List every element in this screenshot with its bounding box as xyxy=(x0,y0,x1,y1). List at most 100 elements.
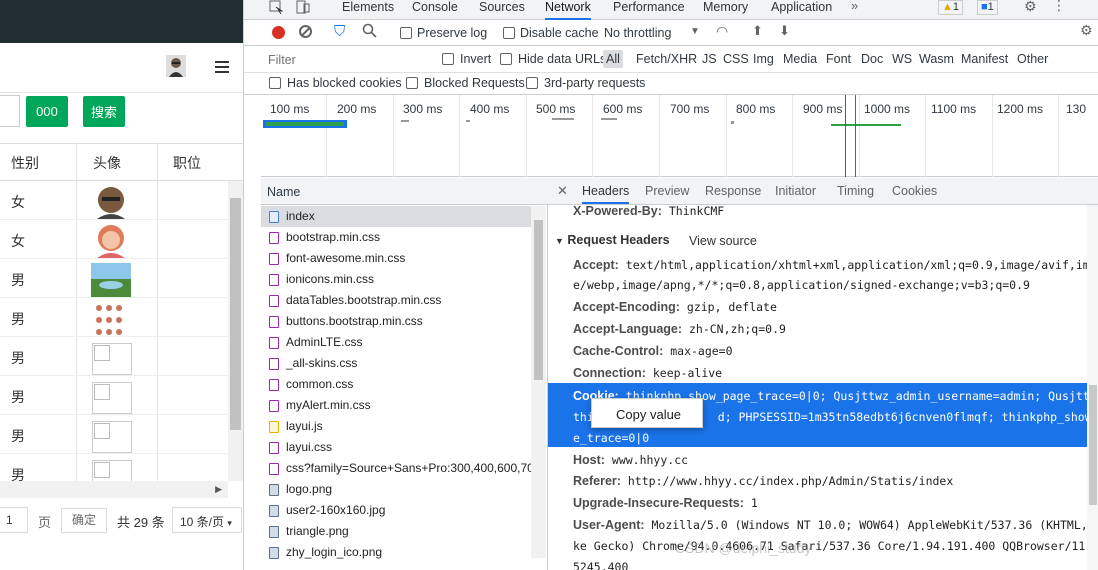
tab-headers[interactable]: Headers xyxy=(582,184,630,204)
blocked-cookies-checkbox[interactable] xyxy=(269,77,281,89)
network-settings-gear-icon[interactable]: ⚙ xyxy=(1080,22,1093,39)
type-filter-all[interactable]: All xyxy=(603,50,623,68)
type-filter-xhr[interactable]: Fetch/XHR xyxy=(636,52,697,66)
search-button[interactable]: 搜索 xyxy=(83,96,125,127)
header-line[interactable]: Cache-Control: max-age=0 xyxy=(573,344,733,358)
tab-response[interactable]: Response xyxy=(705,184,761,198)
timeline-tick-label: 1100 ms xyxy=(931,102,977,116)
search-input[interactable] xyxy=(0,95,20,127)
third-party-checkbox[interactable] xyxy=(526,77,538,89)
timeline-tick-label: 900 ms xyxy=(803,102,843,116)
tab-performance[interactable]: Performance xyxy=(613,0,685,20)
tab-cookies[interactable]: Cookies xyxy=(892,184,937,198)
header-line[interactable]: Accept-Encoding: gzip, deflate xyxy=(573,300,777,314)
type-filter-js[interactable]: JS xyxy=(702,52,717,66)
type-filter-doc[interactable]: Doc xyxy=(861,52,883,66)
tab-console[interactable]: Console xyxy=(412,0,458,20)
request-row[interactable]: dataTables.bootstrap.min.css xyxy=(261,290,531,311)
network-conditions-wifi-icon[interactable]: ◠ xyxy=(716,23,728,40)
request-row[interactable]: common.css xyxy=(261,374,531,395)
clear-icon[interactable] xyxy=(299,25,312,38)
inspect-element-icon[interactable] xyxy=(269,0,284,15)
import-har-icon[interactable]: ⬆ xyxy=(752,23,763,39)
context-menu-copy-value[interactable]: Copy value xyxy=(591,398,703,428)
request-row[interactable]: css?family=Source+Sans+Pro:300,400,600,7… xyxy=(261,458,531,479)
header-line[interactable]: User-Agent: Mozilla/5.0 (Windows NT 10.0… xyxy=(573,518,1098,532)
header-line[interactable]: Accept-Language: zh-CN,zh;q=0.9 xyxy=(573,322,786,336)
request-row[interactable]: triangle.png xyxy=(261,521,531,542)
record-icon[interactable] xyxy=(272,26,285,39)
request-row[interactable]: _all-skins.css xyxy=(261,353,531,374)
header-line[interactable]: Host: www.hhyy.cc xyxy=(573,453,688,467)
tab-network[interactable]: Network xyxy=(545,0,591,20)
user-avatar[interactable] xyxy=(166,55,186,77)
view-source-link[interactable]: View source xyxy=(689,234,757,248)
type-filter-img[interactable]: Img xyxy=(753,52,774,66)
throttling-select[interactable]: No throttling xyxy=(604,26,671,40)
hide-data-urls-checkbox[interactable] xyxy=(500,53,512,65)
hamburger-menu-icon[interactable] xyxy=(215,61,229,73)
tab-sources[interactable]: Sources xyxy=(479,0,525,20)
type-filter-other[interactable]: Other xyxy=(1017,52,1048,66)
request-row[interactable]: logo.png xyxy=(261,479,531,500)
type-filter-font[interactable]: Font xyxy=(826,52,851,66)
type-filter-wasm[interactable]: Wasm xyxy=(919,52,954,66)
filter-icon[interactable]: ⛉ xyxy=(334,23,345,40)
name-column-header[interactable]: Name xyxy=(267,185,300,199)
more-options-icon[interactable]: ⋮ xyxy=(1052,0,1066,14)
blocked-requests-checkbox[interactable] xyxy=(406,77,418,89)
request-row[interactable]: user2-160x160.jpg xyxy=(261,500,531,521)
request-row[interactable]: layui.css xyxy=(261,437,531,458)
tab-timing[interactable]: Timing xyxy=(837,184,874,198)
filter-input[interactable]: Filter xyxy=(268,53,296,67)
request-row[interactable]: layui.js xyxy=(261,416,531,437)
type-filter-css[interactable]: CSS xyxy=(723,52,749,66)
tab-memory[interactable]: Memory xyxy=(703,0,748,20)
settings-gear-icon[interactable]: ⚙ xyxy=(1024,0,1037,15)
query-button[interactable]: 000 xyxy=(26,96,68,127)
table-vertical-scrollbar[interactable] xyxy=(228,181,243,481)
more-tabs-icon[interactable]: » xyxy=(851,0,858,13)
tab-initiator[interactable]: Initiator xyxy=(775,184,816,198)
request-row[interactable]: zhy_login_ico.png xyxy=(261,542,531,563)
chevron-down-icon[interactable]: ▼ xyxy=(690,26,700,37)
invert-checkbox[interactable] xyxy=(442,53,454,65)
tab-preview[interactable]: Preview xyxy=(645,184,689,198)
preserve-log-checkbox[interactable] xyxy=(400,27,412,39)
scroll-right-arrow-icon[interactable]: ▶ xyxy=(215,484,222,495)
request-list-scrollbar[interactable] xyxy=(531,206,546,558)
table-horizontal-scrollbar[interactable]: ▶ xyxy=(0,481,228,498)
disable-cache-checkbox[interactable] xyxy=(503,27,515,39)
request-row[interactable]: index xyxy=(261,206,531,227)
detail-scrollbar[interactable] xyxy=(1087,205,1098,570)
warning-badge[interactable]: ▲1 xyxy=(938,0,964,15)
request-row[interactable]: font-awesome.min.css xyxy=(261,248,531,269)
tab-application[interactable]: Application xyxy=(771,0,832,20)
image-icon xyxy=(269,484,279,496)
header-line[interactable]: Upgrade-Insecure-Requests: 1 xyxy=(573,496,758,510)
close-icon[interactable]: ✕ xyxy=(557,183,568,199)
type-filter-ws[interactable]: WS xyxy=(892,52,912,66)
go-page-button[interactable]: 确定 xyxy=(61,508,107,533)
header-line[interactable]: Referer: http://www.hhyy.cc/index.php/Ad… xyxy=(573,474,953,488)
request-headers-section[interactable]: ▼ Request Headers xyxy=(555,233,670,247)
page-number-input[interactable]: 1 xyxy=(0,507,28,533)
per-page-select[interactable]: 10 条/页 ▾ xyxy=(172,507,242,533)
type-filter-media[interactable]: Media xyxy=(783,52,817,66)
tab-elements[interactable]: Elements xyxy=(342,0,394,20)
request-row[interactable]: buttons.bootstrap.min.css xyxy=(261,311,531,332)
header-line[interactable]: Connection: keep-alive xyxy=(573,366,722,380)
request-row[interactable]: myAlert.min.css xyxy=(261,395,531,416)
request-row[interactable]: ionicons.min.css xyxy=(261,269,531,290)
request-row[interactable]: bootstrap.min.css xyxy=(261,227,531,248)
search-icon[interactable] xyxy=(362,23,377,38)
header-key: User-Agent: xyxy=(573,518,645,532)
device-toolbar-icon[interactable] xyxy=(296,0,310,14)
network-toolbar: ⛉ Preserve log Disable cache No throttli… xyxy=(244,20,1098,46)
type-filter-manifest[interactable]: Manifest xyxy=(961,52,1008,66)
info-badge[interactable]: ■1 xyxy=(977,0,998,15)
request-row[interactable]: AdminLTE.css xyxy=(261,332,531,353)
export-har-icon[interactable]: ⬇ xyxy=(779,23,790,39)
network-overview-timeline[interactable]: 100 ms 200 ms 300 ms 400 ms 500 ms 600 m… xyxy=(261,95,1098,177)
header-line[interactable]: Accept: text/html,application/xhtml+xml,… xyxy=(573,258,1098,272)
